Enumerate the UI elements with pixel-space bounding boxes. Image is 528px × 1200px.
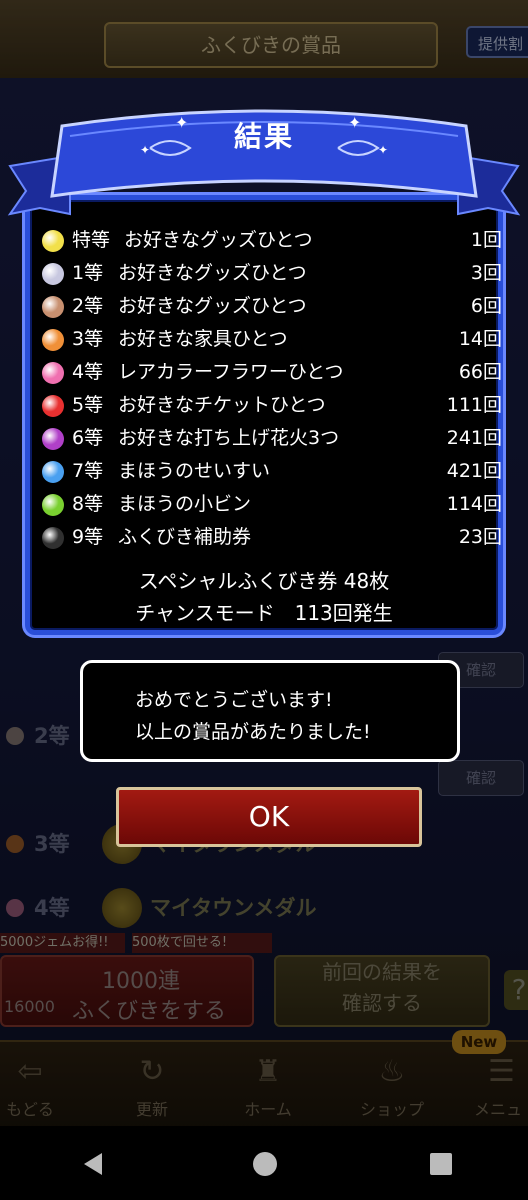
prize-row: 5等 お好きなチケットひとつ 111回 xyxy=(42,389,502,422)
system-nav-bar xyxy=(0,1126,528,1200)
prize-rank: 7等 xyxy=(72,460,104,482)
prize-row: 8等 まほうの小ビン 114回 xyxy=(42,488,502,521)
prize-name: まほうのせいすい xyxy=(118,460,271,482)
prize-rank: 特等 xyxy=(72,229,111,251)
prize-name: お好きなグッズひとつ xyxy=(118,262,307,284)
prize-rank: 6等 xyxy=(72,427,104,449)
prize-rank: 9等 xyxy=(72,526,104,548)
prize-name: お好きなグッズひとつ xyxy=(124,229,313,251)
orb-icon xyxy=(42,230,64,252)
prize-name: お好きなチケットひとつ xyxy=(118,394,326,416)
orb-icon xyxy=(42,395,64,417)
back-icon[interactable] xyxy=(80,1151,106,1177)
orb-icon xyxy=(42,362,64,384)
recents-icon[interactable] xyxy=(428,1151,454,1177)
prize-count: 114回 xyxy=(446,493,502,515)
special-ticket-summary: スペシャルふくびき券 48枚 xyxy=(138,569,390,593)
orb-icon xyxy=(42,461,64,483)
prize-count: 241回 xyxy=(446,427,502,449)
prize-row: 2等 お好きなグッズひとつ 6回 xyxy=(42,290,502,323)
result-title: 結果 xyxy=(233,120,294,153)
prize-count: 14回 xyxy=(458,328,502,350)
prize-count: 421回 xyxy=(446,460,502,482)
prize-rank: 2等 xyxy=(72,295,104,317)
prize-count: 6回 xyxy=(470,295,502,317)
prize-rank: 5等 xyxy=(72,394,104,416)
prize-name: お好きな打ち上げ花火3つ xyxy=(118,427,340,449)
prize-name: ふくびき補助券 xyxy=(118,526,252,548)
prize-count: 1回 xyxy=(470,229,502,251)
prize-row: 6等 お好きな打ち上げ花火3つ 241回 xyxy=(42,422,502,455)
prize-count: 111回 xyxy=(446,394,502,416)
prize-rank: 4等 xyxy=(72,361,104,383)
prize-row: 9等 ふくびき補助券 23回 xyxy=(42,521,502,554)
message-line2: 以上の賞品があたりました! xyxy=(135,721,371,743)
prize-name: お好きな家具ひとつ xyxy=(118,328,288,350)
ok-button[interactable]: OK xyxy=(116,787,422,847)
message-line1: おめでとうございます! xyxy=(135,689,333,711)
prize-rank: 1等 xyxy=(72,262,104,284)
prize-rank: 8等 xyxy=(72,493,104,515)
orb-icon xyxy=(42,527,64,549)
prize-row: 4等 レアカラーフラワーひとつ 66回 xyxy=(42,356,502,389)
orb-icon xyxy=(42,329,64,351)
prize-count: 23回 xyxy=(458,526,502,548)
prize-count: 66回 xyxy=(458,361,502,383)
prize-name: レアカラーフラワーひとつ xyxy=(118,361,344,383)
chance-mode-summary: チャンスモード 113回発生 xyxy=(135,601,393,625)
prize-row: 特等 お好きなグッズひとつ 1回 xyxy=(42,224,502,257)
prize-rank: 3等 xyxy=(72,328,104,350)
orb-icon xyxy=(42,263,64,285)
prize-name: お好きなグッズひとつ xyxy=(118,295,307,317)
prize-row: 3等 お好きな家具ひとつ 14回 xyxy=(42,323,502,356)
prize-name: まほうの小ビン xyxy=(118,493,252,515)
congrats-message-box: おめでとうございます! 以上の賞品があたりました! xyxy=(80,660,460,762)
prize-row: 1等 お好きなグッズひとつ 3回 xyxy=(42,257,502,290)
orb-icon xyxy=(42,296,64,318)
prize-count: 3回 xyxy=(470,262,502,284)
orb-icon xyxy=(42,428,64,450)
orb-icon xyxy=(42,494,64,516)
prize-row: 7等 まほうのせいすい 421回 xyxy=(42,455,502,488)
home-icon[interactable] xyxy=(252,1151,278,1177)
